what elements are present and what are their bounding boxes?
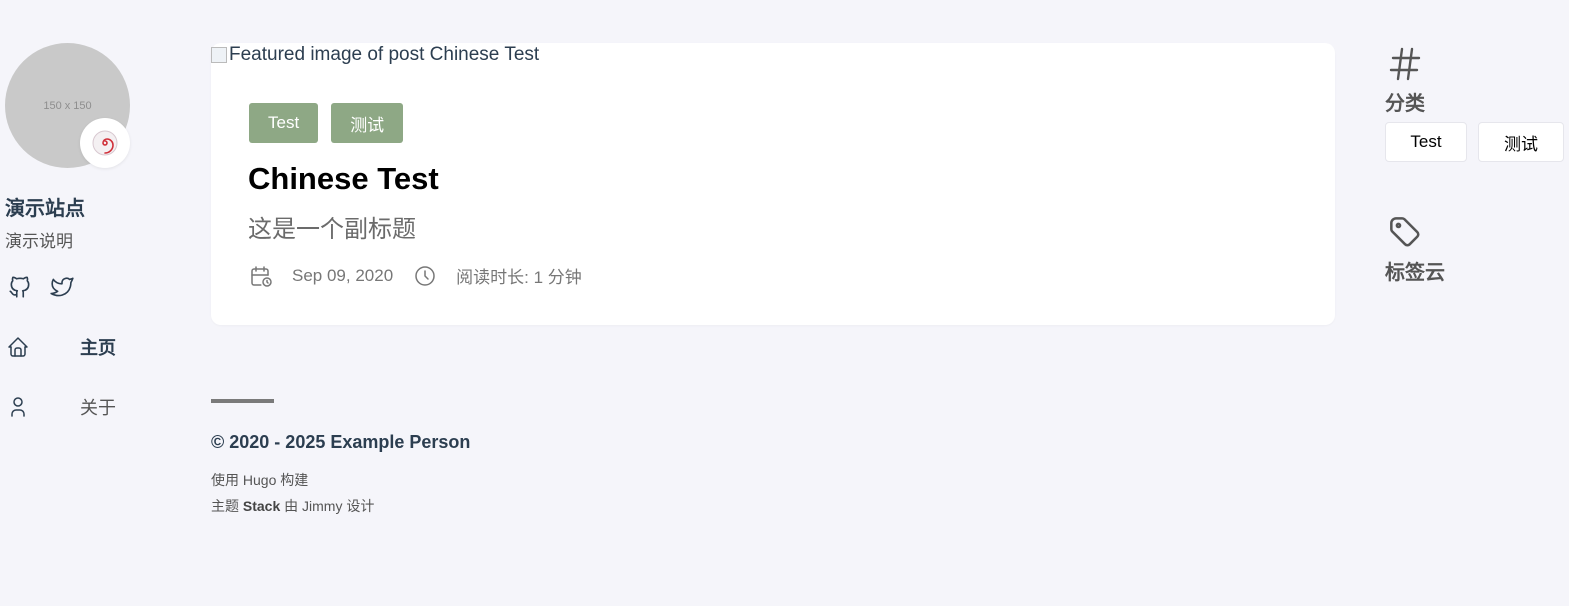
article-categories: Test 测试	[249, 103, 404, 143]
category-link-test[interactable]: Test	[1385, 122, 1467, 162]
footer-copyright: © 2020 - 2025 Example Person	[211, 432, 471, 452]
footer-divider	[211, 399, 274, 403]
tagcloud-widget-title: 标签云	[1385, 262, 1445, 284]
user-icon	[6, 395, 30, 419]
site-emoji-badge	[80, 118, 130, 168]
categories-widget-list: Test 测试	[1385, 122, 1564, 162]
home-icon	[6, 335, 30, 359]
menu-item-label: 关于	[80, 398, 116, 418]
calendar-time-icon	[249, 264, 273, 288]
post-subtitle: 这是一个副标题	[248, 216, 416, 243]
category-tag-test[interactable]: Test	[249, 103, 319, 143]
article-card[interactable]: Featured image of post Chinese Test Test…	[211, 43, 1335, 325]
social-links	[7, 274, 75, 300]
swirl-emoji-icon	[92, 130, 118, 156]
theme-prefix: 主题	[211, 498, 243, 514]
broken-image-icon	[211, 47, 227, 63]
twitter-icon[interactable]	[49, 274, 75, 300]
featured-image-alt-text: Featured image of post Chinese Test	[229, 44, 540, 65]
avatar-placeholder-text: 150 x 150	[43, 99, 92, 112]
clock-icon	[413, 264, 437, 288]
post-date: Sep 09, 2020	[292, 265, 394, 285]
post-title[interactable]: Chinese Test	[248, 161, 439, 197]
theme-suffix: 由 Jimmy 设计	[280, 498, 375, 514]
category-tag-ceshi[interactable]: 测试	[331, 103, 404, 143]
tag-icon	[1385, 212, 1423, 250]
menu-item-about[interactable]: 关于	[6, 395, 116, 419]
categories-widget-title: 分类	[1385, 93, 1425, 115]
menu-item-label: 主页	[80, 338, 116, 358]
menu-item-home[interactable]: 主页	[6, 335, 116, 359]
site-description: 演示说明	[5, 232, 73, 251]
footer-built-with: 使用 Hugo 构建	[211, 472, 309, 488]
site-name[interactable]: 演示站点	[5, 192, 85, 221]
theme-name-link[interactable]: Stack	[243, 498, 280, 514]
reading-time: 阅读时长: 1 分钟	[456, 268, 582, 287]
category-link-ceshi[interactable]: 测试	[1478, 122, 1564, 162]
footer-theme: 主题 Stack 由 Jimmy 设计	[211, 496, 374, 516]
post-meta: Sep 09, 2020 阅读时长: 1 分钟	[249, 263, 582, 288]
avatar-container[interactable]: 150 x 150	[5, 43, 130, 168]
hash-icon	[1387, 44, 1423, 84]
github-icon[interactable]	[7, 274, 33, 300]
featured-image[interactable]: Featured image of post Chinese Test	[211, 44, 539, 66]
